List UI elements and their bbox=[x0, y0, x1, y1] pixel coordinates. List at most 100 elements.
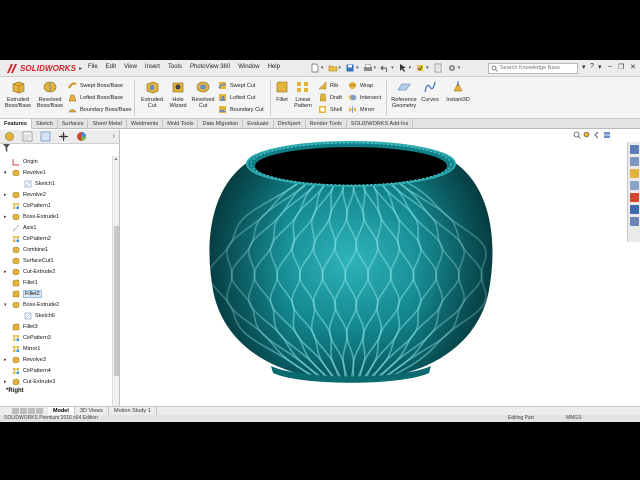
tree-item[interactable]: Combine1 bbox=[0, 244, 112, 255]
dimxpert-manager-tab-icon[interactable] bbox=[57, 131, 70, 142]
next-tab-button[interactable] bbox=[28, 408, 35, 414]
revolved-boss-button[interactable]: Revolved Boss/Base bbox=[34, 80, 66, 109]
wrap-button[interactable]: Wrap bbox=[348, 81, 373, 90]
boundary-cut-button[interactable]: Boundary Cut bbox=[218, 105, 264, 114]
menu-help[interactable]: Help bbox=[268, 64, 280, 70]
expand-arrow-icon[interactable]: ▸ bbox=[4, 357, 10, 363]
select-arrow-icon[interactable] bbox=[398, 63, 408, 73]
lofted-boss-button[interactable]: Lofted Boss/Base bbox=[68, 93, 123, 102]
previous-view-icon[interactable] bbox=[593, 131, 601, 139]
tree-item[interactable]: CirPattern2 bbox=[0, 233, 112, 244]
solidworks-forum-icon[interactable] bbox=[630, 217, 639, 226]
tab-weldments[interactable]: Weldments bbox=[127, 119, 164, 129]
print-dropdown-icon[interactable]: ▾ bbox=[374, 65, 377, 71]
file-explorer-icon[interactable] bbox=[630, 169, 639, 178]
menu-window[interactable]: Window bbox=[238, 64, 259, 70]
tab-features[interactable]: Features bbox=[0, 119, 32, 129]
swept-boss-button[interactable]: Swept Boss/Base bbox=[68, 81, 123, 90]
tab-data-migration[interactable]: Data Migration bbox=[198, 119, 244, 129]
tab-sketch[interactable]: Sketch bbox=[32, 119, 58, 129]
tree-item[interactable]: ▸ Cut-Extrude2 bbox=[0, 266, 112, 277]
expand-arrow-icon[interactable]: ▸ bbox=[4, 192, 10, 198]
open-folder-icon[interactable] bbox=[328, 63, 338, 73]
tree-filter[interactable] bbox=[0, 144, 119, 154]
tree-item[interactable]: Fillet2 bbox=[0, 288, 112, 299]
linear-pattern-button[interactable]: Linear Pattern bbox=[292, 80, 314, 109]
close-icon[interactable]: ✕ bbox=[630, 63, 636, 71]
instant3d-button[interactable]: Instant3D bbox=[442, 80, 474, 103]
extruded-cut-button[interactable]: Extruded Cut bbox=[138, 80, 166, 109]
previous-tab-button[interactable] bbox=[20, 408, 27, 414]
tree-item[interactable]: Sketch6 bbox=[0, 310, 112, 321]
tab-render-tools[interactable]: Render Tools bbox=[306, 119, 347, 129]
section-view-icon[interactable] bbox=[603, 131, 611, 139]
help-dropdown-icon[interactable]: ▾ bbox=[598, 63, 602, 71]
restore-icon[interactable]: ❐ bbox=[618, 63, 624, 71]
display-manager-tab-icon[interactable] bbox=[75, 131, 88, 142]
curves-button[interactable]: Curves bbox=[420, 80, 440, 103]
save-dropdown-icon[interactable]: ▾ bbox=[356, 65, 359, 71]
tab-sheet-metal[interactable]: Sheet Metal bbox=[88, 119, 127, 129]
search-dropdown-icon[interactable]: ▾ bbox=[582, 63, 586, 71]
help-question-icon[interactable]: ? bbox=[590, 63, 594, 70]
swept-cut-button[interactable]: Swept Cut bbox=[218, 81, 255, 90]
view-palette-icon[interactable] bbox=[630, 181, 639, 190]
property-manager-tab-icon[interactable] bbox=[21, 131, 34, 142]
file-properties-icon[interactable] bbox=[433, 63, 443, 73]
tab-mold-tools[interactable]: Mold Tools bbox=[163, 119, 199, 129]
last-tab-button[interactable] bbox=[36, 408, 43, 414]
logo-arrow-icon[interactable]: ▸ bbox=[79, 65, 82, 72]
tab-addins[interactable]: SOLIDWORKS Add-Ins bbox=[347, 119, 414, 129]
tab-evaluate[interactable]: Evaluate bbox=[243, 119, 274, 129]
zoom-area-icon[interactable] bbox=[583, 131, 591, 139]
tab-surfaces[interactable]: Surfaces bbox=[58, 119, 89, 129]
revolved-cut-button[interactable]: Revolved Cut bbox=[190, 80, 216, 109]
appearances-icon[interactable] bbox=[630, 193, 639, 202]
configuration-manager-tab-icon[interactable] bbox=[39, 131, 52, 142]
tree-item[interactable]: CirPattern4 bbox=[0, 365, 112, 376]
solidworks-resources-icon[interactable] bbox=[630, 145, 639, 154]
new-dropdown-icon[interactable]: ▾ bbox=[321, 65, 324, 71]
tree-item[interactable]: Sketch1 bbox=[0, 178, 112, 189]
tree-item[interactable]: ▸ Boss-Extrude1 bbox=[0, 211, 112, 222]
scrollbar-thumb[interactable] bbox=[114, 226, 119, 376]
draft-button[interactable]: Draft bbox=[318, 93, 342, 102]
collapse-arrow-icon[interactable]: ▾ bbox=[4, 170, 10, 176]
menu-tools[interactable]: Tools bbox=[168, 64, 182, 70]
undo-dropdown-icon[interactable]: ▾ bbox=[391, 65, 394, 71]
tree-item[interactable]: Fillet1 bbox=[0, 277, 112, 288]
boundary-boss-button[interactable]: Boundary Boss/Base bbox=[68, 105, 131, 114]
expand-arrow-icon[interactable]: ▸ bbox=[4, 269, 10, 275]
minimize-icon[interactable]: – bbox=[608, 63, 612, 70]
tree-item[interactable]: ▾ Boss-Extrude2 bbox=[0, 299, 112, 310]
custom-properties-icon[interactable] bbox=[630, 205, 639, 214]
options-dropdown-icon[interactable]: ▾ bbox=[458, 65, 461, 71]
extruded-boss-button[interactable]: Extruded Boss/Base bbox=[4, 80, 32, 109]
menu-insert[interactable]: Insert bbox=[145, 64, 160, 70]
options-gear-icon[interactable] bbox=[447, 63, 457, 73]
tree-item[interactable]: ▾ Revolve1 bbox=[0, 167, 112, 178]
fillet-button[interactable]: Fillet bbox=[272, 80, 292, 103]
tab-dimxpert[interactable]: DimXpert bbox=[274, 119, 306, 129]
undo-icon[interactable] bbox=[380, 63, 390, 73]
collapse-arrow-icon[interactable]: ▾ bbox=[4, 302, 10, 308]
tree-item[interactable]: Origin bbox=[0, 156, 112, 167]
zoom-to-fit-icon[interactable] bbox=[573, 131, 581, 139]
rebuild-dropdown-icon[interactable]: ▾ bbox=[426, 65, 429, 71]
tree-item[interactable]: CirPattern3 bbox=[0, 332, 112, 343]
expand-arrow-icon[interactable]: ▸ bbox=[4, 379, 10, 385]
intersect-button[interactable]: Intersect bbox=[348, 93, 381, 102]
filter-funnel-icon[interactable] bbox=[3, 144, 10, 152]
expand-arrow-icon[interactable]: ▸ bbox=[4, 214, 10, 220]
menu-edit[interactable]: Edit bbox=[106, 64, 116, 70]
search-knowledge-base[interactable]: Search Knowledge Base bbox=[488, 63, 578, 74]
tree-item[interactable]: Mirror1 bbox=[0, 343, 112, 354]
tree-item[interactable]: CirPattern1 bbox=[0, 200, 112, 211]
tree-item[interactable]: Axis1 bbox=[0, 222, 112, 233]
tree-item[interactable]: ▸ Cut-Extrude3 bbox=[0, 376, 112, 387]
hole-wizard-button[interactable]: Hole Wizard bbox=[166, 80, 190, 109]
menu-file[interactable]: File bbox=[88, 64, 98, 70]
menu-view[interactable]: View bbox=[124, 64, 137, 70]
tree-item[interactable]: Fillet3 bbox=[0, 321, 112, 332]
solidworks-logo[interactable]: SOLIDWORKS ▸ bbox=[6, 63, 82, 74]
